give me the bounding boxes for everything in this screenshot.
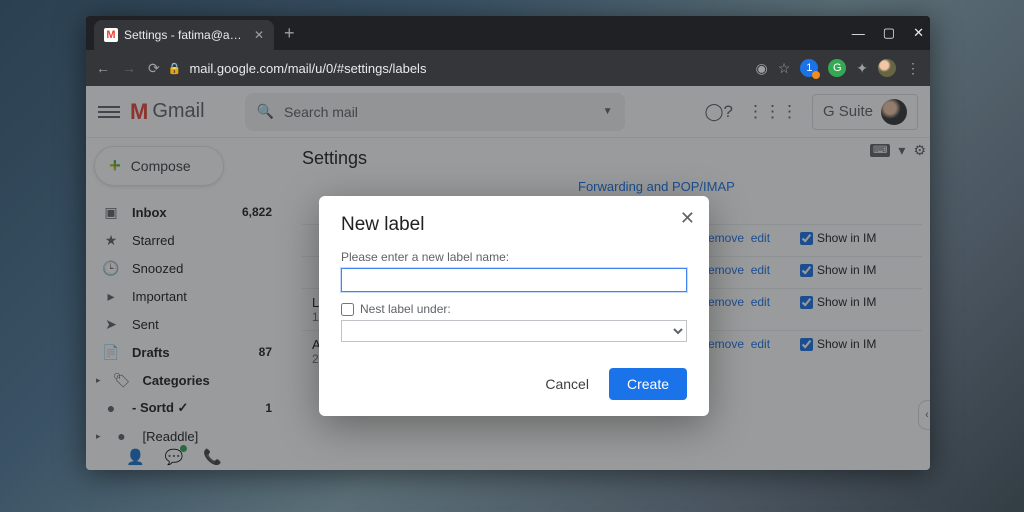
window-controls: — ▢ ✕ [852, 16, 924, 50]
nest-checkbox[interactable] [341, 303, 354, 316]
lock-icon: 🔒 [168, 62, 182, 75]
browser-window: M Settings - fatima@addictivetips.c ✕ + … [86, 16, 930, 470]
back-icon[interactable]: ← [96, 60, 110, 76]
browser-tab[interactable]: M Settings - fatima@addictivetips.c ✕ [94, 20, 274, 50]
eye-icon[interactable]: ◉ [755, 60, 767, 77]
dialog-close-icon[interactable]: ✕ [680, 208, 695, 229]
page-content: M Gmail 🔍 Search mail ▼ ◯? ⋮⋮⋮ G Suite + [86, 86, 930, 470]
close-tab-icon[interactable]: ✕ [254, 28, 264, 42]
create-button[interactable]: Create [609, 368, 687, 400]
maximize-icon[interactable]: ▢ [883, 25, 895, 41]
profile-avatar-icon[interactable] [878, 59, 896, 77]
dialog-prompt: Please enter a new label name: [341, 250, 687, 264]
dialog-title: New label [341, 214, 687, 236]
extensions-icon[interactable]: ✦ [856, 60, 868, 77]
nest-parent-select[interactable] [341, 320, 687, 342]
minimize-icon[interactable]: — [852, 26, 865, 41]
nest-label: Nest label under: [360, 302, 451, 316]
extension-icon-1[interactable]: 1 [800, 59, 818, 77]
menu-icon[interactable]: ⋮ [906, 60, 920, 77]
tab-bar: M Settings - fatima@addictivetips.c ✕ + … [86, 16, 930, 50]
new-label-dialog: ✕ New label Please enter a new label nam… [319, 196, 709, 416]
gmail-favicon: M [104, 28, 118, 42]
url-text: mail.google.com/mail/u/0/#settings/label… [189, 61, 426, 76]
address-bar: ← → ⟳ 🔒 mail.google.com/mail/u/0/#settin… [86, 50, 930, 86]
label-name-input[interactable] [341, 268, 687, 292]
star-icon[interactable]: ☆ [778, 60, 791, 77]
forward-icon[interactable]: → [122, 60, 136, 76]
close-window-icon[interactable]: ✕ [913, 25, 924, 41]
extension-icon-2[interactable]: G [828, 59, 846, 77]
tab-title: Settings - fatima@addictivetips.c [124, 28, 248, 42]
reload-icon[interactable]: ⟳ [148, 60, 160, 77]
cancel-button[interactable]: Cancel [535, 368, 599, 400]
url-field[interactable]: 🔒 mail.google.com/mail/u/0/#settings/lab… [168, 61, 748, 76]
new-tab-button[interactable]: + [284, 23, 295, 44]
